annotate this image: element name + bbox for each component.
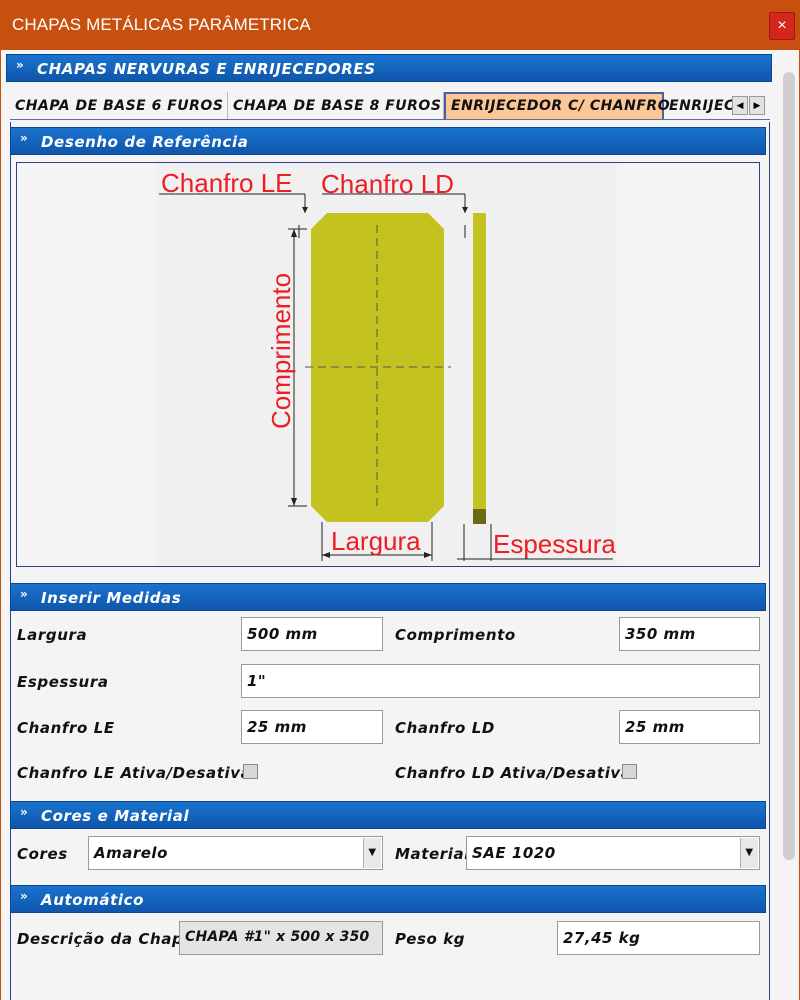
tab-label: ENRIJECEDOR C/ CHANFRO — [451, 98, 671, 114]
window-title: CHAPAS METÁLICAS PARÂMETRICA — [12, 15, 311, 34]
reference-drawing: Chanfro LE Chanfro LD Comprimento Largur… — [157, 163, 617, 566]
drawing-label-espessura: Espessura — [493, 529, 616, 559]
chevron-double-icon: » — [16, 58, 24, 72]
section-header-label: Desenho de Referência — [41, 133, 249, 151]
chanfro-le-checkbox[interactable] — [243, 764, 258, 779]
tab-scroll-right-button[interactable]: ▶ — [749, 96, 765, 115]
chevron-double-icon: » — [20, 587, 28, 601]
espessura-input[interactable]: 1" — [241, 664, 760, 698]
section-header-colors[interactable]: » Cores e Material — [10, 801, 766, 829]
reference-drawing-panel: Chanfro LE Chanfro LD Comprimento Largur… — [16, 162, 760, 567]
section-header-label: Inserir Medidas — [41, 589, 182, 607]
section-header-label: Automático — [41, 891, 145, 909]
chevron-double-icon: » — [20, 889, 28, 903]
chanfro-le-input[interactable]: 25 mm — [241, 710, 383, 744]
cores-select[interactable]: Amarelo ▼ — [88, 836, 383, 870]
largura-label: Largura — [17, 626, 88, 644]
chanfro-le-label: Chanfro LE — [17, 719, 115, 737]
tab-label: ENRIJEC — [669, 98, 735, 114]
drawing-label-chanfro-le: Chanfro LE — [161, 168, 293, 198]
chanfro-le-toggle-label: Chanfro LE Ativa/Desativa — [17, 764, 252, 782]
dropdown-arrow-icon[interactable]: ▼ — [740, 838, 758, 868]
cores-label: Cores — [17, 845, 68, 863]
chanfro-ld-input[interactable]: 25 mm — [619, 710, 760, 744]
section-header-measures[interactable]: » Inserir Medidas — [10, 583, 766, 611]
chanfro-ld-checkbox[interactable] — [622, 764, 637, 779]
close-button[interactable]: × — [769, 12, 795, 40]
tab-label: CHAPA DE BASE 6 FUROS — [15, 98, 224, 114]
espessura-label: Espessura — [17, 673, 109, 691]
section-header-main[interactable]: » CHAPAS NERVURAS E ENRIJECEDORES — [6, 54, 772, 82]
plate-side-bottom — [473, 509, 486, 524]
section-header-label: CHAPAS NERVURAS E ENRIJECEDORES — [37, 60, 376, 78]
window-titlebar: CHAPAS METÁLICAS PARÂMETRICA × — [0, 0, 800, 50]
plate-side-view — [473, 213, 486, 509]
chanfro-ld-label: Chanfro LD — [395, 719, 495, 737]
tab-label: CHAPA DE BASE 8 FUROS — [233, 98, 442, 114]
vertical-scrollbar[interactable] — [783, 72, 795, 860]
tab-scroll-left-button[interactable]: ◀ — [732, 96, 748, 115]
material-label: Material — [395, 845, 470, 863]
section-header-label: Cores e Material — [41, 807, 190, 825]
chevron-double-icon: » — [20, 131, 28, 145]
peso-field[interactable]: 27,45 kg — [557, 921, 760, 955]
tab-chapa-base-8-furos[interactable]: CHAPA DE BASE 8 FUROS — [228, 92, 444, 119]
section-header-drawing[interactable]: » Desenho de Referência — [10, 127, 766, 155]
drawing-label-largura: Largura — [331, 526, 421, 556]
chanfro-ld-toggle-label: Chanfro LD Ativa/Desativa — [395, 764, 632, 782]
material-select[interactable]: SAE 1020 ▼ — [466, 836, 760, 870]
drawing-label-comprimento: Comprimento — [266, 273, 296, 429]
tab-chapa-base-6-furos[interactable]: CHAPA DE BASE 6 FUROS — [10, 92, 228, 119]
comprimento-input[interactable]: 350 mm — [619, 617, 760, 651]
cores-select-value: Amarelo — [94, 844, 168, 862]
descricao-label: Descrição da Chapa — [17, 930, 195, 948]
chevron-double-icon: » — [20, 805, 28, 819]
tab-bar: CHAPA DE BASE 6 FUROS CHAPA DE BASE 8 FU… — [10, 92, 770, 120]
dropdown-arrow-icon[interactable]: ▼ — [363, 838, 381, 868]
drawing-label-chanfro-ld: Chanfro LD — [321, 169, 454, 199]
tab-enrijecedor-chanfro[interactable]: ENRIJECEDOR C/ CHANFRO — [444, 92, 670, 119]
comprimento-label: Comprimento — [395, 626, 516, 644]
descricao-field: CHAPA #1" x 500 x 350 — [179, 921, 383, 955]
material-select-value: SAE 1020 — [472, 844, 556, 862]
largura-input[interactable]: 500 mm — [241, 617, 383, 651]
section-header-auto[interactable]: » Automático — [10, 885, 766, 913]
peso-label: Peso kg — [395, 930, 466, 948]
